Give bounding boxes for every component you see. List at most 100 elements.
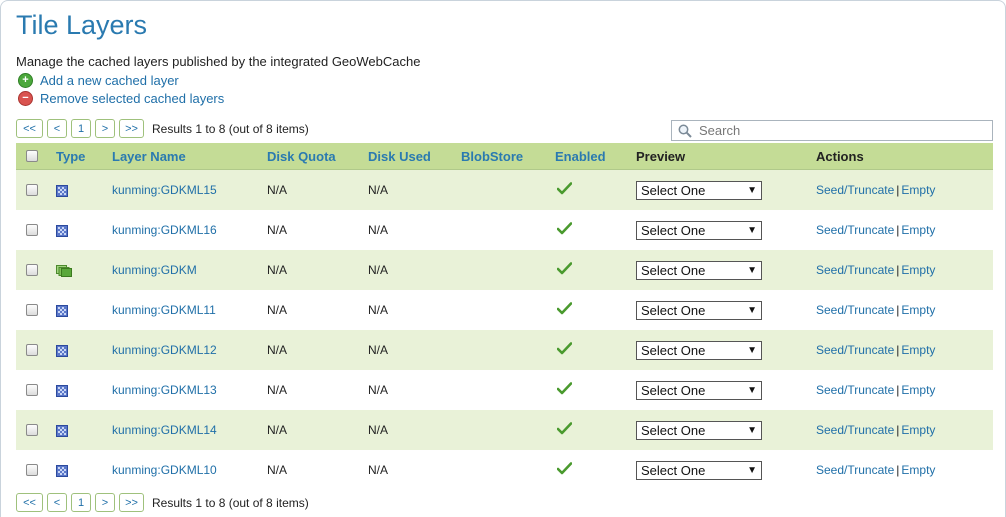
seed-truncate-link[interactable]: Seed/Truncate [816, 303, 894, 317]
enabled-check-icon [557, 342, 572, 355]
seed-truncate-link[interactable]: Seed/Truncate [816, 263, 894, 277]
enabled-cell [555, 410, 636, 450]
row-select-cell[interactable] [16, 250, 56, 290]
row-checkbox[interactable] [26, 384, 38, 396]
dropdown-arrow-icon: ▼ [747, 344, 757, 356]
preview-select[interactable]: Select One ▼ [636, 420, 762, 440]
seed-truncate-link[interactable]: Seed/Truncate [816, 463, 894, 477]
remove-layers-link[interactable]: Remove selected cached layers [40, 91, 224, 106]
preview-select[interactable]: Select One ▼ [636, 180, 762, 200]
row-select-cell[interactable] [16, 210, 56, 250]
empty-link[interactable]: Empty [901, 343, 935, 357]
layer-name-cell: kunming:GDKML11 [112, 290, 267, 330]
actions-cell: Seed/Truncate | Empty [816, 450, 993, 490]
disk-quota-cell: N/A [267, 210, 368, 250]
preview-select[interactable]: Select One ▼ [636, 260, 762, 280]
col-header-preview: Preview [636, 143, 816, 170]
seed-truncate-link[interactable]: Seed/Truncate [816, 383, 894, 397]
preview-select[interactable]: Select One ▼ [636, 340, 762, 360]
select-all-header[interactable] [16, 143, 56, 170]
seed-truncate-link[interactable]: Seed/Truncate [816, 183, 894, 197]
select-all-checkbox[interactable] [26, 150, 38, 162]
pager-page-1-button[interactable]: 1 [71, 493, 91, 512]
col-header-disk-used[interactable]: Disk Used [368, 143, 461, 170]
layer-name-link[interactable]: kunming:GDKML16 [112, 223, 217, 237]
col-header-layer-name[interactable]: Layer Name [112, 143, 267, 170]
col-header-blobstore[interactable]: BlobStore [461, 143, 555, 170]
blobstore-cell [461, 330, 555, 370]
preview-select-value: Select One [641, 182, 706, 198]
pager-bottom: << < 1 > >> Results 1 to 8 (out of 8 ite… [16, 493, 309, 512]
preview-select[interactable]: Select One ▼ [636, 380, 762, 400]
row-checkbox[interactable] [26, 344, 38, 356]
row-checkbox[interactable] [26, 264, 38, 276]
layer-name-link[interactable]: kunming:GDKML11 [112, 303, 216, 317]
layer-name-link[interactable]: kunming:GDKML10 [112, 463, 217, 477]
row-checkbox[interactable] [26, 464, 38, 476]
actions-cell: Seed/Truncate | Empty [816, 370, 993, 410]
add-icon: + [18, 73, 33, 88]
pager-first-button[interactable]: << [16, 493, 43, 512]
row-select-cell[interactable] [16, 410, 56, 450]
empty-link[interactable]: Empty [901, 463, 935, 477]
pager-first-button[interactable]: << [16, 119, 43, 138]
empty-link[interactable]: Empty [901, 263, 935, 277]
col-header-enabled[interactable]: Enabled [555, 143, 636, 170]
table-row: kunming:GDKML15 N/A N/A Select One ▼ Seed/Tru… [16, 169, 993, 210]
dropdown-arrow-icon: ▼ [747, 264, 757, 276]
preview-cell: Select One ▼ [636, 169, 816, 210]
pager-last-button[interactable]: >> [119, 119, 144, 138]
layer-name-cell: kunming:GDKML12 [112, 330, 267, 370]
seed-truncate-link[interactable]: Seed/Truncate [816, 423, 894, 437]
pager-next-button[interactable]: > [95, 119, 115, 138]
empty-link[interactable]: Empty [901, 183, 935, 197]
add-layer-link[interactable]: Add a new cached layer [40, 73, 179, 88]
pager-page-1-button[interactable]: 1 [71, 119, 91, 138]
row-select-cell[interactable] [16, 330, 56, 370]
pager-prev-button[interactable]: < [47, 119, 67, 138]
layer-name-link[interactable]: kunming:GDKML12 [112, 343, 217, 357]
pager-next-button[interactable]: > [95, 493, 115, 512]
col-header-type[interactable]: Type [56, 143, 112, 170]
preview-select[interactable]: Select One ▼ [636, 460, 762, 480]
layer-name-link[interactable]: kunming:GDKM [112, 263, 197, 277]
row-select-cell[interactable] [16, 290, 56, 330]
enabled-cell [555, 290, 636, 330]
row-select-cell[interactable] [16, 450, 56, 490]
search-input[interactable] [697, 122, 991, 139]
row-select-cell[interactable] [16, 370, 56, 410]
blobstore-cell [461, 169, 555, 210]
empty-link[interactable]: Empty [901, 383, 935, 397]
row-checkbox[interactable] [26, 424, 38, 436]
layer-name-link[interactable]: kunming:GDKML15 [112, 183, 217, 197]
layer-name-link[interactable]: kunming:GDKML13 [112, 383, 217, 397]
row-checkbox[interactable] [26, 304, 38, 316]
empty-link[interactable]: Empty [901, 303, 935, 317]
seed-truncate-link[interactable]: Seed/Truncate [816, 343, 894, 357]
empty-link[interactable]: Empty [901, 423, 935, 437]
enabled-check-icon [557, 262, 572, 275]
preview-select[interactable]: Select One ▼ [636, 300, 762, 320]
pager-results-text: Results 1 to 8 (out of 8 items) [152, 495, 309, 510]
row-select-cell[interactable] [16, 169, 56, 210]
remove-layers-action[interactable]: − Remove selected cached layers [18, 91, 224, 106]
row-checkbox[interactable] [26, 184, 38, 196]
layer-type-cell [56, 290, 112, 330]
seed-truncate-link[interactable]: Seed/Truncate [816, 223, 894, 237]
search-box[interactable] [671, 120, 993, 141]
add-layer-action[interactable]: + Add a new cached layer [18, 73, 179, 88]
enabled-cell [555, 370, 636, 410]
layer-name-cell: kunming:GDKM [112, 250, 267, 290]
pager-last-button[interactable]: >> [119, 493, 144, 512]
disk-quota-cell: N/A [267, 450, 368, 490]
preview-cell: Select One ▼ [636, 330, 816, 370]
actions-cell: Seed/Truncate | Empty [816, 210, 993, 250]
empty-link[interactable]: Empty [901, 223, 935, 237]
preview-select[interactable]: Select One ▼ [636, 220, 762, 240]
disk-used-cell: N/A [368, 330, 461, 370]
pager-prev-button[interactable]: < [47, 493, 67, 512]
layer-name-link[interactable]: kunming:GDKML14 [112, 423, 217, 437]
layer-type-cell [56, 169, 112, 210]
col-header-disk-quota[interactable]: Disk Quota [267, 143, 368, 170]
row-checkbox[interactable] [26, 224, 38, 236]
